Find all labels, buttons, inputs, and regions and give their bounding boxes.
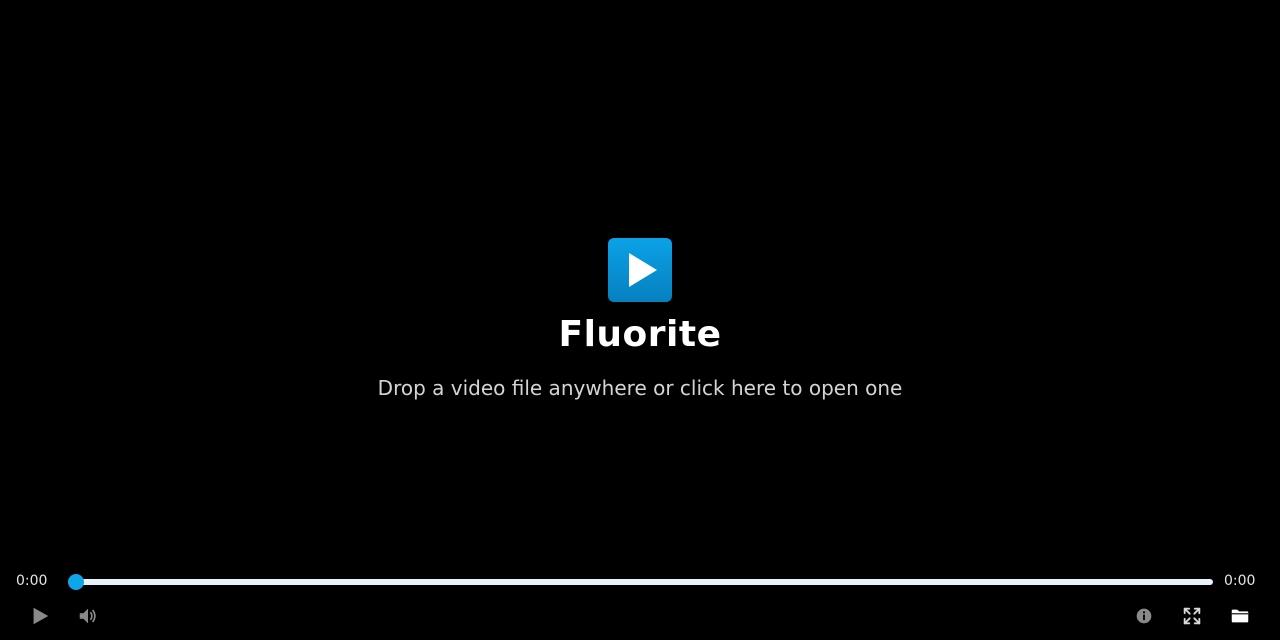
open-file-hint[interactable]: Drop a video file anywhere or click here…: [0, 376, 1280, 400]
drop-zone[interactable]: Fluorite Drop a video file anywhere or c…: [0, 0, 1280, 560]
volume-button[interactable]: [76, 604, 100, 628]
folder-icon: [1231, 609, 1249, 623]
fullscreen-button[interactable]: [1180, 604, 1204, 628]
duration-time: 0:00: [1224, 573, 1256, 589]
seek-thumb[interactable]: [68, 574, 84, 590]
info-icon: [1136, 608, 1152, 624]
play-button[interactable]: [28, 604, 52, 628]
app-title: Fluorite: [558, 314, 722, 355]
volume-icon: [79, 608, 96, 624]
seek-track[interactable]: [68, 579, 1213, 585]
seek-bar[interactable]: [68, 574, 1213, 590]
fullscreen-icon: [1183, 607, 1201, 625]
current-time: 0:00: [16, 573, 48, 589]
info-button[interactable]: [1132, 604, 1156, 628]
play-logo-icon: [608, 238, 672, 302]
open-file-button[interactable]: [1228, 604, 1252, 628]
play-icon: [33, 607, 49, 625]
